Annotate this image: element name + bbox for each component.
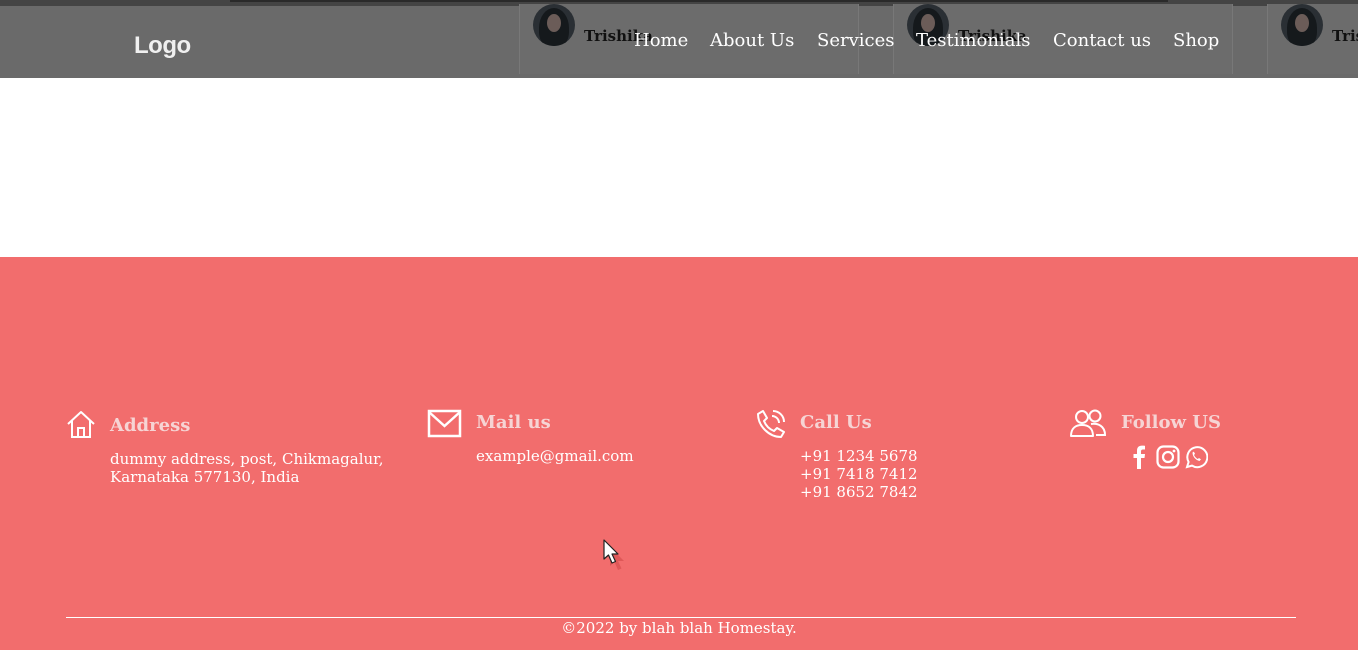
phone-icon <box>757 410 785 438</box>
call-title: Call Us <box>800 412 872 433</box>
mail-email[interactable]: example@gmail.com <box>476 447 634 465</box>
nav-home[interactable]: Home <box>634 30 688 51</box>
whatsapp-icon[interactable] <box>1184 444 1209 474</box>
nav-testimonials[interactable]: Testimonials <box>916 30 1030 51</box>
users-icon <box>1070 409 1107 437</box>
site-header: Trishika Trishika Tris Logo Home About U… <box>0 0 1358 78</box>
header-top-bar <box>230 0 1168 2</box>
nav-about-us[interactable]: About Us <box>710 30 794 51</box>
phone-number[interactable]: +91 8652 7842 <box>800 483 918 501</box>
phone-number[interactable]: +91 1234 5678 <box>800 447 918 465</box>
nav-services[interactable]: Services <box>817 30 894 51</box>
nav-shop[interactable]: Shop <box>1173 30 1219 51</box>
follow-title: Follow US <box>1121 412 1221 433</box>
mail-title: Mail us <box>476 412 551 433</box>
footer-divider <box>66 617 1296 618</box>
copyright-text: ©2022 by blah blah Homestay. <box>561 619 797 637</box>
address-line-1: dummy address, post, Chikmagalur, <box>110 450 384 468</box>
facebook-icon[interactable] <box>1132 444 1146 474</box>
instagram-icon[interactable] <box>1156 444 1180 474</box>
address-line-2: Karnataka 577130, India <box>110 468 300 486</box>
site-footer: Address dummy address, post, Chikmagalur… <box>0 257 1358 650</box>
main-nav: Home About Us Services Testimonials Cont… <box>0 30 1358 56</box>
mouse-cursor-icon <box>603 539 624 570</box>
mail-icon <box>427 409 462 438</box>
nav-contact-us[interactable]: Contact us <box>1053 30 1151 51</box>
home-icon <box>67 411 95 438</box>
address-title: Address <box>110 415 191 436</box>
phone-number[interactable]: +91 7418 7412 <box>800 465 918 483</box>
